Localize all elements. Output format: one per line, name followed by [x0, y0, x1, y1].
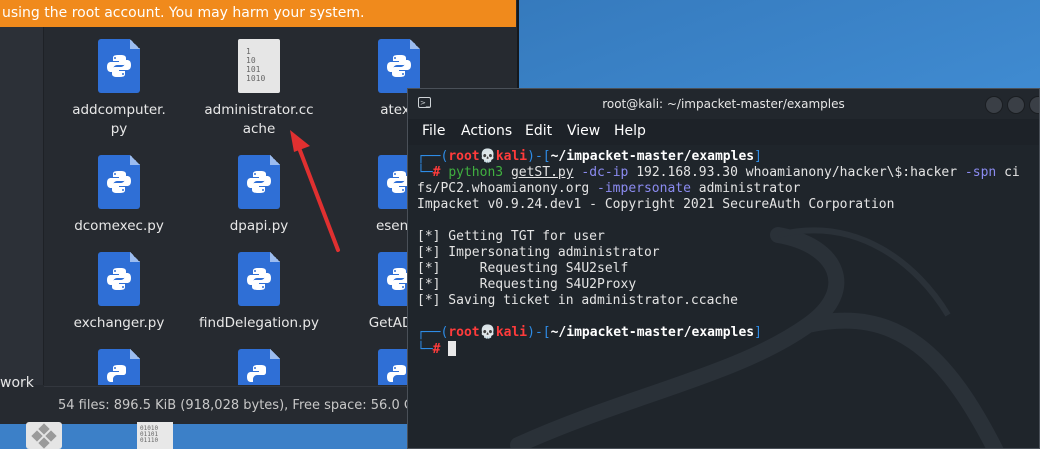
python-file-icon: [238, 252, 280, 306]
root-warning-banner: using the root account. You may harm you…: [0, 0, 516, 27]
menu-file[interactable]: File: [422, 123, 445, 139]
python-file-icon: [98, 349, 140, 385]
python-file-icon: [98, 155, 140, 209]
output-line: [*] Requesting S4U2self: [417, 261, 629, 276]
file-item[interactable]: [44, 349, 194, 385]
file-item[interactable]: addcomputer.py: [44, 39, 194, 139]
python-file-icon: [238, 155, 280, 209]
terminal-icon: >_: [418, 97, 431, 108]
prompt-line: ┌──(root💀kali)-[~/impacket-master/exampl…: [417, 325, 762, 340]
terminal-titlebar[interactable]: >_ root@kali: ~/impacket-master/examples: [408, 89, 1039, 119]
file-name: dcomexec.py: [74, 218, 164, 234]
close-button[interactable]: [1029, 96, 1039, 114]
python-file-icon: [238, 349, 280, 385]
file-item[interactable]: findDelegation.py: [184, 252, 334, 333]
output-line: [*] Getting TGT for user: [417, 229, 605, 244]
sidebar: work: [0, 27, 44, 391]
python-file-icon: [98, 39, 140, 93]
file-item[interactable]: [184, 349, 334, 385]
file-name: addcomputer.py: [72, 102, 166, 137]
minimize-button[interactable]: [985, 96, 1003, 114]
menu-actions[interactable]: Actions: [461, 123, 512, 139]
output-line: [*] Saving ticket in administrator.ccach…: [417, 293, 738, 308]
python-file-icon: [98, 252, 140, 306]
binary-file-icon[interactable]: 01010 01101 01110: [137, 422, 173, 449]
prompt-line: ┌──(root💀kali)-[~/impacket-master/exampl…: [417, 149, 762, 164]
app-grid-icon[interactable]: [26, 422, 62, 449]
terminal-menubar: File Actions Edit View Help: [408, 119, 1039, 145]
maximize-button[interactable]: [1007, 96, 1025, 114]
input-line[interactable]: └─#: [417, 341, 457, 358]
annotation-arrow-icon: [290, 130, 340, 252]
sidebar-item-network[interactable]: work: [0, 375, 34, 391]
text-cursor: [448, 341, 457, 356]
window-title: root@kali: ~/impacket-master/examples: [602, 97, 845, 111]
output-line: Impacket v0.9.24.dev1 - Copyright 2021 S…: [417, 197, 895, 212]
command-line-continued: fs/PC2.whoamianony.org -impersonate admi…: [417, 181, 801, 196]
menu-help[interactable]: Help: [614, 123, 646, 139]
file-item[interactable]: dcomexec.py: [44, 155, 194, 236]
file-item[interactable]: exchanger.py: [44, 252, 194, 333]
output-line: [*] Requesting S4U2Proxy: [417, 277, 637, 292]
output-line: [*] Impersonating administrator: [417, 245, 660, 260]
binary-file-icon: 1 10 101 1010: [238, 39, 280, 93]
command-line: └─# python3 getST.py -dc-ip 192.168.93.3…: [417, 165, 1020, 180]
file-name: exchanger.py: [73, 315, 165, 331]
terminal-window[interactable]: >_ root@kali: ~/impacket-master/examples…: [407, 88, 1040, 449]
menu-edit[interactable]: Edit: [525, 123, 552, 139]
file-item[interactable]: 1 10 101 1010 administrator.ccache: [184, 39, 334, 139]
python-file-icon: [378, 39, 420, 93]
menu-view[interactable]: View: [567, 123, 600, 139]
file-name: findDelegation.py: [199, 315, 319, 331]
terminal-output[interactable]: ┌──(root💀kali)-[~/impacket-master/exampl…: [408, 145, 1039, 448]
